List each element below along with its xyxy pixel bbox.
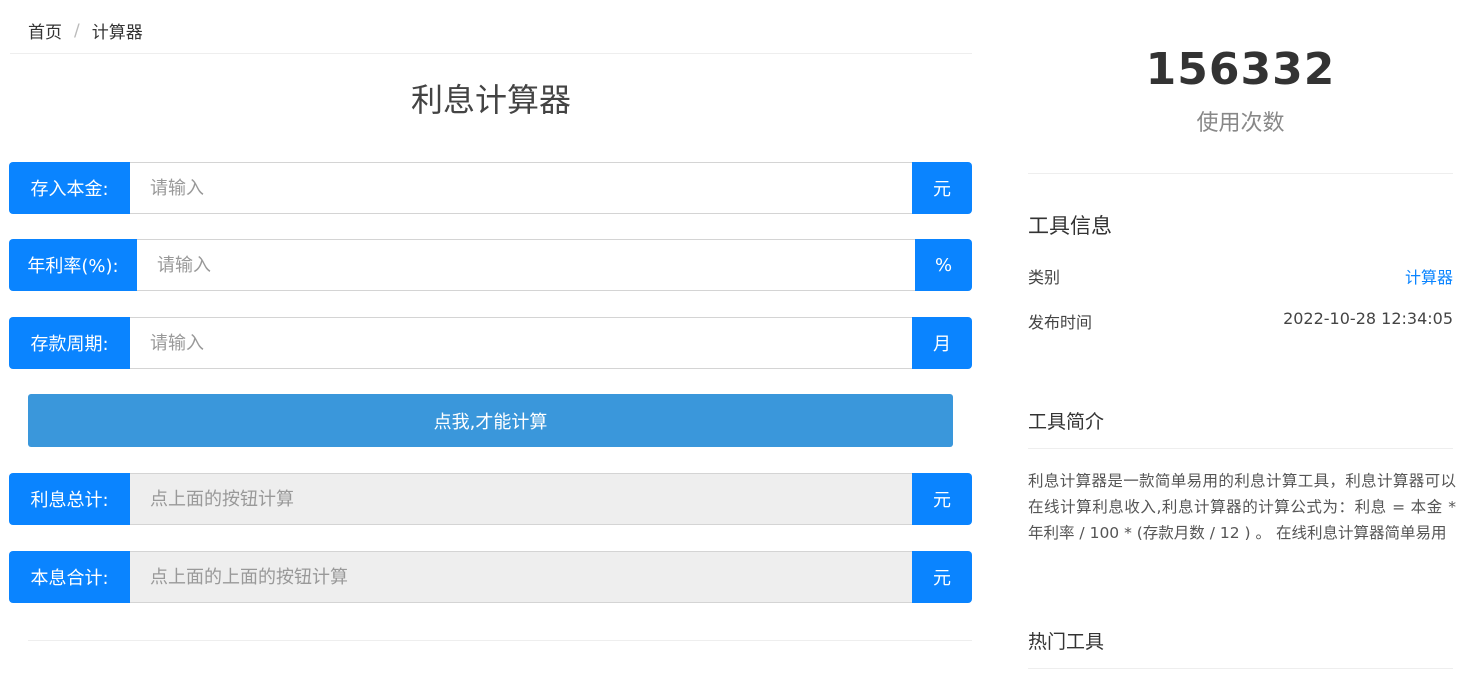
rate-unit: % bbox=[915, 239, 972, 291]
published-label: 发布时间 bbox=[1028, 313, 1093, 332]
principal-group: 存入本金: 元 bbox=[9, 162, 972, 214]
divider bbox=[1028, 173, 1453, 174]
usage-count-label: 使用次数 bbox=[1196, 111, 1285, 136]
intro-text: 利息计算器是一款简单易用的利息计算工具，利息计算器可以在线计算利息收入,利息计算… bbox=[1028, 472, 1456, 542]
calculate-button[interactable]: 点我,才能计算 bbox=[28, 394, 953, 447]
divider bbox=[10, 53, 972, 54]
rate-input[interactable] bbox=[137, 239, 915, 291]
interest-total-label: 利息总计: bbox=[9, 473, 130, 525]
period-unit: 月 bbox=[912, 317, 972, 369]
category-link[interactable]: 计算器 bbox=[1405, 264, 1453, 288]
intro-title: 工具简介 bbox=[1028, 411, 1105, 433]
divider bbox=[28, 640, 972, 641]
divider bbox=[1028, 668, 1453, 669]
principal-input[interactable] bbox=[130, 162, 912, 214]
sum-total-unit: 元 bbox=[912, 551, 972, 603]
principal-unit: 元 bbox=[912, 162, 972, 214]
info-row-published: 发布时间 2022-10-28 12:34:05 bbox=[1028, 309, 1453, 333]
interest-total-output bbox=[130, 473, 912, 525]
principal-label: 存入本金: bbox=[9, 162, 130, 214]
published-value: 2022-10-28 12:34:05 bbox=[1283, 309, 1453, 328]
divider bbox=[1028, 448, 1453, 449]
sum-total-output bbox=[130, 551, 912, 603]
rate-label: 年利率(%): bbox=[9, 239, 137, 291]
hot-tools-title: 热门工具 bbox=[1028, 631, 1105, 653]
period-group: 存款周期: 月 bbox=[9, 317, 972, 369]
interest-total-unit: 元 bbox=[912, 473, 972, 525]
rate-group: 年利率(%): % bbox=[9, 239, 972, 291]
breadcrumb: 首页 / 计算器 bbox=[28, 18, 143, 44]
tool-info-title: 工具信息 bbox=[1028, 214, 1112, 238]
breadcrumb-current[interactable]: 计算器 bbox=[92, 18, 143, 43]
period-label: 存款周期: bbox=[9, 317, 130, 369]
period-input[interactable] bbox=[130, 317, 912, 369]
info-row-category: 类别 计算器 bbox=[1028, 264, 1453, 288]
page-title: 利息计算器 bbox=[410, 81, 571, 119]
sum-total-label: 本息合计: bbox=[9, 551, 130, 603]
page: 首页 / 计算器 利息计算器 存入本金: 元 年利率(%): % 存款周期: 月… bbox=[0, 0, 1475, 673]
interest-total-group: 利息总计: 元 bbox=[9, 473, 972, 525]
sum-total-group: 本息合计: 元 bbox=[9, 551, 972, 603]
breadcrumb-home[interactable]: 首页 bbox=[28, 18, 62, 43]
usage-count: 156332 bbox=[1145, 44, 1336, 95]
breadcrumb-separator: / bbox=[74, 20, 80, 41]
category-label: 类别 bbox=[1028, 268, 1061, 287]
